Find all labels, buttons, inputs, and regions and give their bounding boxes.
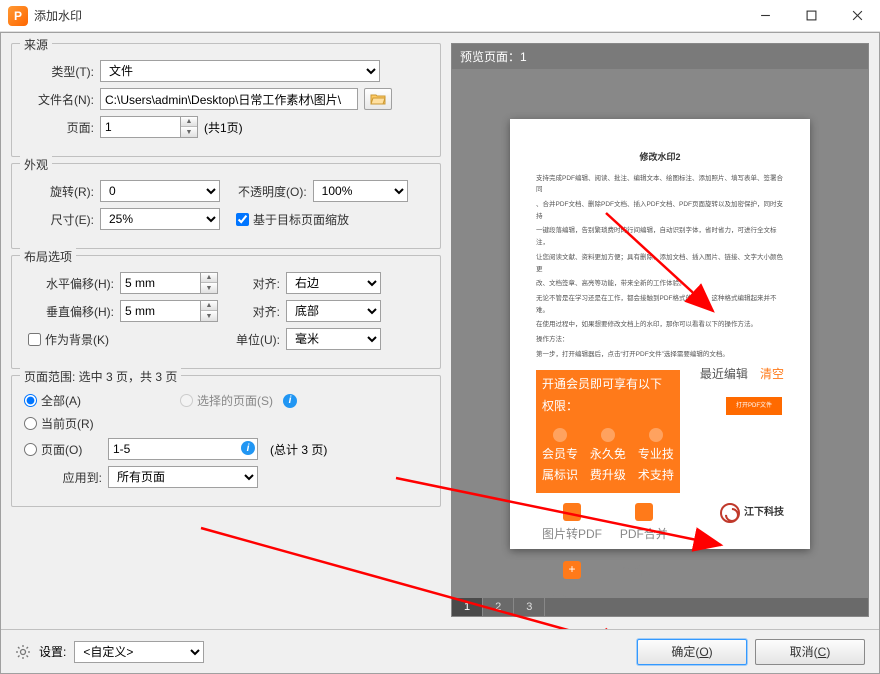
page-spinner[interactable]: ▲▼ xyxy=(100,116,198,138)
info-icon[interactable]: i xyxy=(283,394,297,408)
folder-icon xyxy=(370,92,386,106)
gear-icon[interactable] xyxy=(15,644,31,660)
rotate-label: 旋转(R): xyxy=(24,183,94,200)
apply-label: 应用到: xyxy=(24,469,102,486)
range-legend: 页面范围: 选中 3 页，共 3 页 xyxy=(20,368,181,385)
radio-current[interactable]: 当前页(R) xyxy=(24,415,94,432)
page-tab-3[interactable]: 3 xyxy=(514,598,545,616)
page-tabs: 1 2 3 xyxy=(451,598,869,617)
cancel-button[interactable]: 取消(C) xyxy=(755,639,865,665)
pages-input[interactable] xyxy=(108,438,258,460)
voff-spinner[interactable]: ▲▼ xyxy=(120,300,218,322)
ok-button[interactable]: 确定(O) xyxy=(637,639,747,665)
footer: 设置: <自定义> 确定(O) 取消(C) xyxy=(1,629,879,673)
opacity-label: 不透明度(O): xyxy=(238,183,307,200)
info-icon[interactable]: i xyxy=(241,441,255,455)
range-group: 页面范围: 选中 3 页，共 3 页 全部(A) 选择的页面(S) i 当前页(… xyxy=(11,375,441,507)
voff-label: 垂直偏移(H): xyxy=(24,303,114,320)
valign-select[interactable]: 底部 xyxy=(286,300,381,322)
page-label: 页面: xyxy=(24,119,94,136)
preview-page: 修改水印2 支持完成PDF编辑、阅读、批注、编辑文本、绘图标注、添加照片、填写表… xyxy=(510,119,810,549)
settings-label: 设置: xyxy=(39,643,66,660)
type-select[interactable]: 文件 xyxy=(100,60,380,82)
unit-label: 单位(U): xyxy=(224,331,280,348)
preview-body: 修改水印2 支持完成PDF编辑、阅读、批注、编辑文本、绘图标注、添加照片、填写表… xyxy=(451,69,869,598)
filename-label: 文件名(N): xyxy=(24,91,94,108)
source-group: 来源 类型(T): 文件 文件名(N): 页面: ▲▼ (共1页) xyxy=(11,43,441,157)
radio-pages[interactable]: 页面(O) xyxy=(24,441,102,458)
radio-all[interactable]: 全部(A) xyxy=(24,392,174,409)
window-title: 添加水印 xyxy=(34,7,742,24)
filename-input[interactable] xyxy=(100,88,358,110)
halign-label: 对齐: xyxy=(224,275,280,292)
pages-total: (总计 3 页) xyxy=(270,441,327,458)
page-input[interactable] xyxy=(100,116,180,138)
spin-down-icon[interactable]: ▼ xyxy=(181,127,197,137)
titlebar: P 添加水印 xyxy=(0,0,880,32)
scale-target-checkbox[interactable]: 基于目标页面缩放 xyxy=(236,211,349,228)
layout-legend: 布局选项 xyxy=(20,248,76,265)
company-logo: 江下科技 xyxy=(720,503,784,523)
layout-group: 布局选项 水平偏移(H): ▲▼ 对齐: 右边 垂直偏移(H): ▲▼ 对齐: … xyxy=(11,255,441,369)
halign-select[interactable]: 右边 xyxy=(286,272,381,294)
radio-selected[interactable]: 选择的页面(S) xyxy=(180,392,273,409)
page-tab-1[interactable]: 1 xyxy=(452,598,483,616)
scale-select[interactable]: 25% xyxy=(100,208,220,230)
settings-select[interactable]: <自定义> xyxy=(74,641,204,663)
app-icon: P xyxy=(8,6,28,26)
preview-pane: 预览页面：1 修改水印2 支持完成PDF编辑、阅读、批注、编辑文本、绘图标注、添… xyxy=(451,43,869,617)
preview-header: 预览页面：1 xyxy=(451,43,869,69)
close-button[interactable] xyxy=(834,0,880,32)
hoff-spinner[interactable]: ▲▼ xyxy=(120,272,218,294)
unit-select[interactable]: 毫米 xyxy=(286,328,381,350)
appearance-group: 外观 旋转(R): 0 不透明度(O): 100% 尺寸(E): 25% 基于目… xyxy=(11,163,441,249)
spin-up-icon[interactable]: ▲ xyxy=(181,117,197,127)
source-legend: 来源 xyxy=(20,36,52,53)
open-pdf-button: 打开PDF文件 xyxy=(726,397,782,416)
background-checkbox[interactable]: 作为背景(K) xyxy=(28,331,218,348)
scale-label: 尺寸(E): xyxy=(24,211,94,228)
valign-label: 对齐: xyxy=(224,303,280,320)
doc-title: 修改水印2 xyxy=(536,149,784,165)
page-tab-2[interactable]: 2 xyxy=(483,598,514,616)
appearance-legend: 外观 xyxy=(20,156,52,173)
apply-select[interactable]: 所有页面 xyxy=(108,466,258,488)
minimize-button[interactable] xyxy=(742,0,788,32)
browse-button[interactable] xyxy=(364,88,392,110)
page-total: (共1页) xyxy=(204,119,243,136)
type-label: 类型(T): xyxy=(24,63,94,80)
maximize-button[interactable] xyxy=(788,0,834,32)
logo-icon xyxy=(720,503,740,523)
opacity-select[interactable]: 100% xyxy=(313,180,408,202)
rotate-select[interactable]: 0 xyxy=(100,180,220,202)
hoff-label: 水平偏移(H): xyxy=(24,275,114,292)
